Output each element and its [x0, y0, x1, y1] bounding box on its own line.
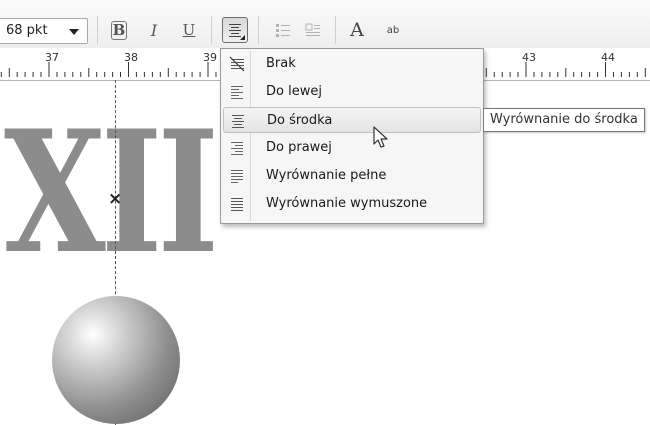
font-size-dropdown[interactable]: 68 pkt	[0, 18, 88, 44]
menu-item-align-center[interactable]: Do środka	[223, 107, 481, 133]
alignment-button[interactable]	[222, 17, 248, 43]
menu-item-label: Wyrównanie wymuszone	[266, 196, 428, 211]
italic-icon: I	[150, 20, 158, 40]
align-right-icon	[231, 142, 243, 155]
center-marker-icon: ×	[108, 189, 123, 209]
toolbar-separator	[211, 16, 212, 44]
align-left-icon	[231, 86, 243, 99]
toolbar-separator	[97, 16, 98, 44]
align-center-icon	[232, 115, 244, 128]
bullet-list-button[interactable]	[270, 17, 296, 43]
underline-icon: U	[182, 21, 196, 39]
bold-button[interactable]: B	[106, 17, 132, 43]
menu-item-align-none[interactable]: Brak	[223, 51, 481, 77]
tooltip: Wyrównanie do środka	[483, 108, 645, 132]
menu-item-label: Brak	[266, 56, 296, 71]
text-fit-button[interactable]: A	[344, 17, 370, 43]
sphere-shape[interactable]	[52, 296, 180, 424]
ruler-number: 39	[203, 51, 217, 64]
spell-check-icon: ab	[386, 24, 400, 36]
align-none-icon	[229, 56, 245, 72]
menu-item-label: Do lewej	[266, 84, 322, 99]
menu-item-align-right[interactable]: Do prawej	[223, 135, 481, 161]
ruler-number: 43	[522, 51, 536, 64]
ruler-number: 38	[124, 51, 138, 64]
align-justify-icon	[231, 170, 243, 183]
font-size-value: 68 pkt	[6, 23, 48, 38]
text-fit-icon: A	[350, 19, 364, 41]
spell-check-button[interactable]: ab	[378, 17, 408, 43]
drop-cap-icon	[305, 23, 320, 36]
dropdown-arrow-icon	[240, 35, 245, 40]
toolbar-separator	[335, 16, 336, 44]
menu-item-label: Wyrównanie pełne	[266, 168, 387, 183]
toolbar-separator	[258, 16, 259, 44]
ruler-number: 37	[45, 51, 59, 64]
italic-button[interactable]: I	[141, 17, 167, 43]
underline-button[interactable]: U	[176, 17, 202, 43]
mouse-cursor-icon	[373, 126, 388, 148]
bold-icon: B	[111, 20, 127, 40]
alignment-menu: Brak Do lewej Do środka Do prawej Wyrówn…	[220, 48, 484, 224]
menu-item-align-justify[interactable]: Wyrównanie pełne	[223, 163, 481, 189]
text-toolbar: 68 pkt B I U A ab	[0, 0, 650, 49]
menu-item-label: Do prawej	[266, 140, 332, 155]
ruler-number: 44	[601, 51, 615, 64]
bullet-list-icon	[276, 24, 290, 37]
menu-item-align-force-justify[interactable]: Wyrównanie wymuszone	[223, 191, 481, 217]
menu-item-align-left[interactable]: Do lewej	[223, 79, 481, 105]
menu-item-label: Do środka	[267, 113, 333, 128]
drop-cap-button[interactable]	[300, 17, 326, 43]
align-force-justify-icon	[231, 198, 243, 211]
chevron-down-icon	[69, 29, 79, 35]
